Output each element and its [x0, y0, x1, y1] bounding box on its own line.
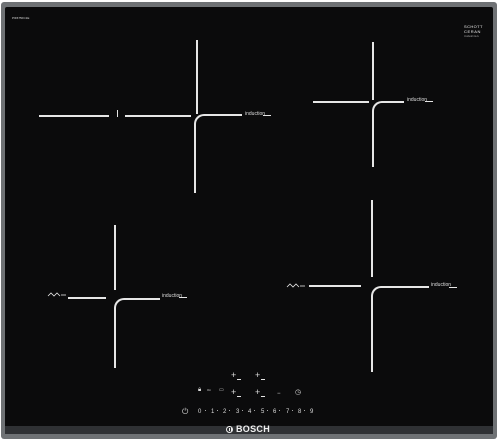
top-right-zone-left-line	[313, 101, 369, 103]
slider-value-8[interactable]: 8	[298, 409, 301, 415]
bottom-right-zone-short-line	[449, 287, 457, 288]
top-right-zone-top-line	[372, 42, 374, 100]
slider-dot	[254, 410, 255, 411]
zone-selector-bottom-right-dash	[261, 396, 265, 397]
top-right-zone-induction-label: induction	[407, 97, 428, 103]
slider-value-7[interactable]: 7	[286, 409, 289, 415]
keep-warm-icon[interactable]: −	[277, 391, 281, 397]
bosch-logo: BOSCH	[226, 425, 270, 434]
slider-value-2[interactable]: 2	[223, 409, 226, 415]
zone-selector-top-left-dash	[237, 379, 241, 380]
wipe-protection-icon[interactable]: ▭	[219, 388, 224, 393]
power-slider[interactable]: ⏻ 0 1 2 3 4 5 6 7 8 9	[182, 408, 328, 420]
slider-dot	[205, 410, 206, 411]
schott-ceran-logo: SCHOTT CERAN induction	[464, 24, 483, 38]
slider-dot	[292, 410, 293, 411]
zone-selector-bottom-left-dash	[237, 396, 241, 397]
model-number: PIF675FC1E	[12, 16, 30, 20]
bosch-icon	[226, 426, 233, 433]
slider-value-5[interactable]: 5	[261, 409, 264, 415]
slider-value-4[interactable]: 4	[248, 409, 251, 415]
timer-icon[interactable]: ◷	[295, 389, 301, 396]
slider-dot	[242, 410, 243, 411]
zone-selector-top-right-dash	[261, 379, 265, 380]
bottom-left-zone-flex-symbol	[47, 292, 66, 297]
glass-surface: PIF675FC1E SCHOTT CERAN induction induct…	[5, 7, 493, 428]
top-left-zone-corner	[194, 114, 242, 193]
slider-dot	[267, 410, 268, 411]
top-left-zone-induction-label: induction	[245, 111, 266, 117]
bottom-left-zone-corner	[114, 298, 160, 368]
power-icon[interactable]: ⏻	[182, 408, 188, 416]
zone-selector-bottom-left[interactable]: +	[231, 388, 236, 397]
bottom-left-zone-top-line	[114, 225, 116, 290]
bottom-right-zone-flex-symbol	[286, 283, 305, 288]
bottom-right-zone-top-line	[371, 200, 373, 277]
bottom-right-zone-corner	[371, 286, 429, 372]
bottom-left-zone-left-line	[68, 297, 106, 299]
slider-value-3[interactable]: 3	[236, 409, 239, 415]
slider-value-1[interactable]: 1	[211, 409, 214, 415]
zone-selector-top-right[interactable]: +	[255, 371, 260, 380]
bottom-left-zone-short-line	[179, 297, 187, 298]
brand-name: BOSCH	[236, 424, 271, 434]
top-right-zone-corner	[372, 101, 404, 167]
bottom-right-zone-induction-label: induction	[431, 282, 452, 288]
top-left-zone-top-line	[196, 40, 198, 114]
top-left-zone-mid-line	[125, 115, 191, 117]
child-lock-icon[interactable]: 🔒︎	[198, 387, 201, 393]
on-label: On	[207, 388, 212, 392]
slider-value-6[interactable]: 6	[273, 409, 276, 415]
top-left-zone-center-tick	[117, 110, 118, 117]
top-left-zone-short-line	[263, 115, 271, 116]
slider-dot	[279, 410, 280, 411]
zone-selector-bottom-right[interactable]: +	[255, 388, 260, 397]
slider-dot	[229, 410, 230, 411]
top-right-zone-short-line	[425, 101, 433, 102]
bottom-right-zone-left-line	[309, 285, 361, 287]
top-left-zone-left-line	[39, 115, 109, 117]
slider-dot	[304, 410, 305, 411]
zone-selector-top-left[interactable]: +	[231, 371, 236, 380]
slider-dot	[217, 410, 218, 411]
slider-value-0[interactable]: 0	[198, 409, 201, 415]
slider-value-9[interactable]: 9	[310, 409, 313, 415]
